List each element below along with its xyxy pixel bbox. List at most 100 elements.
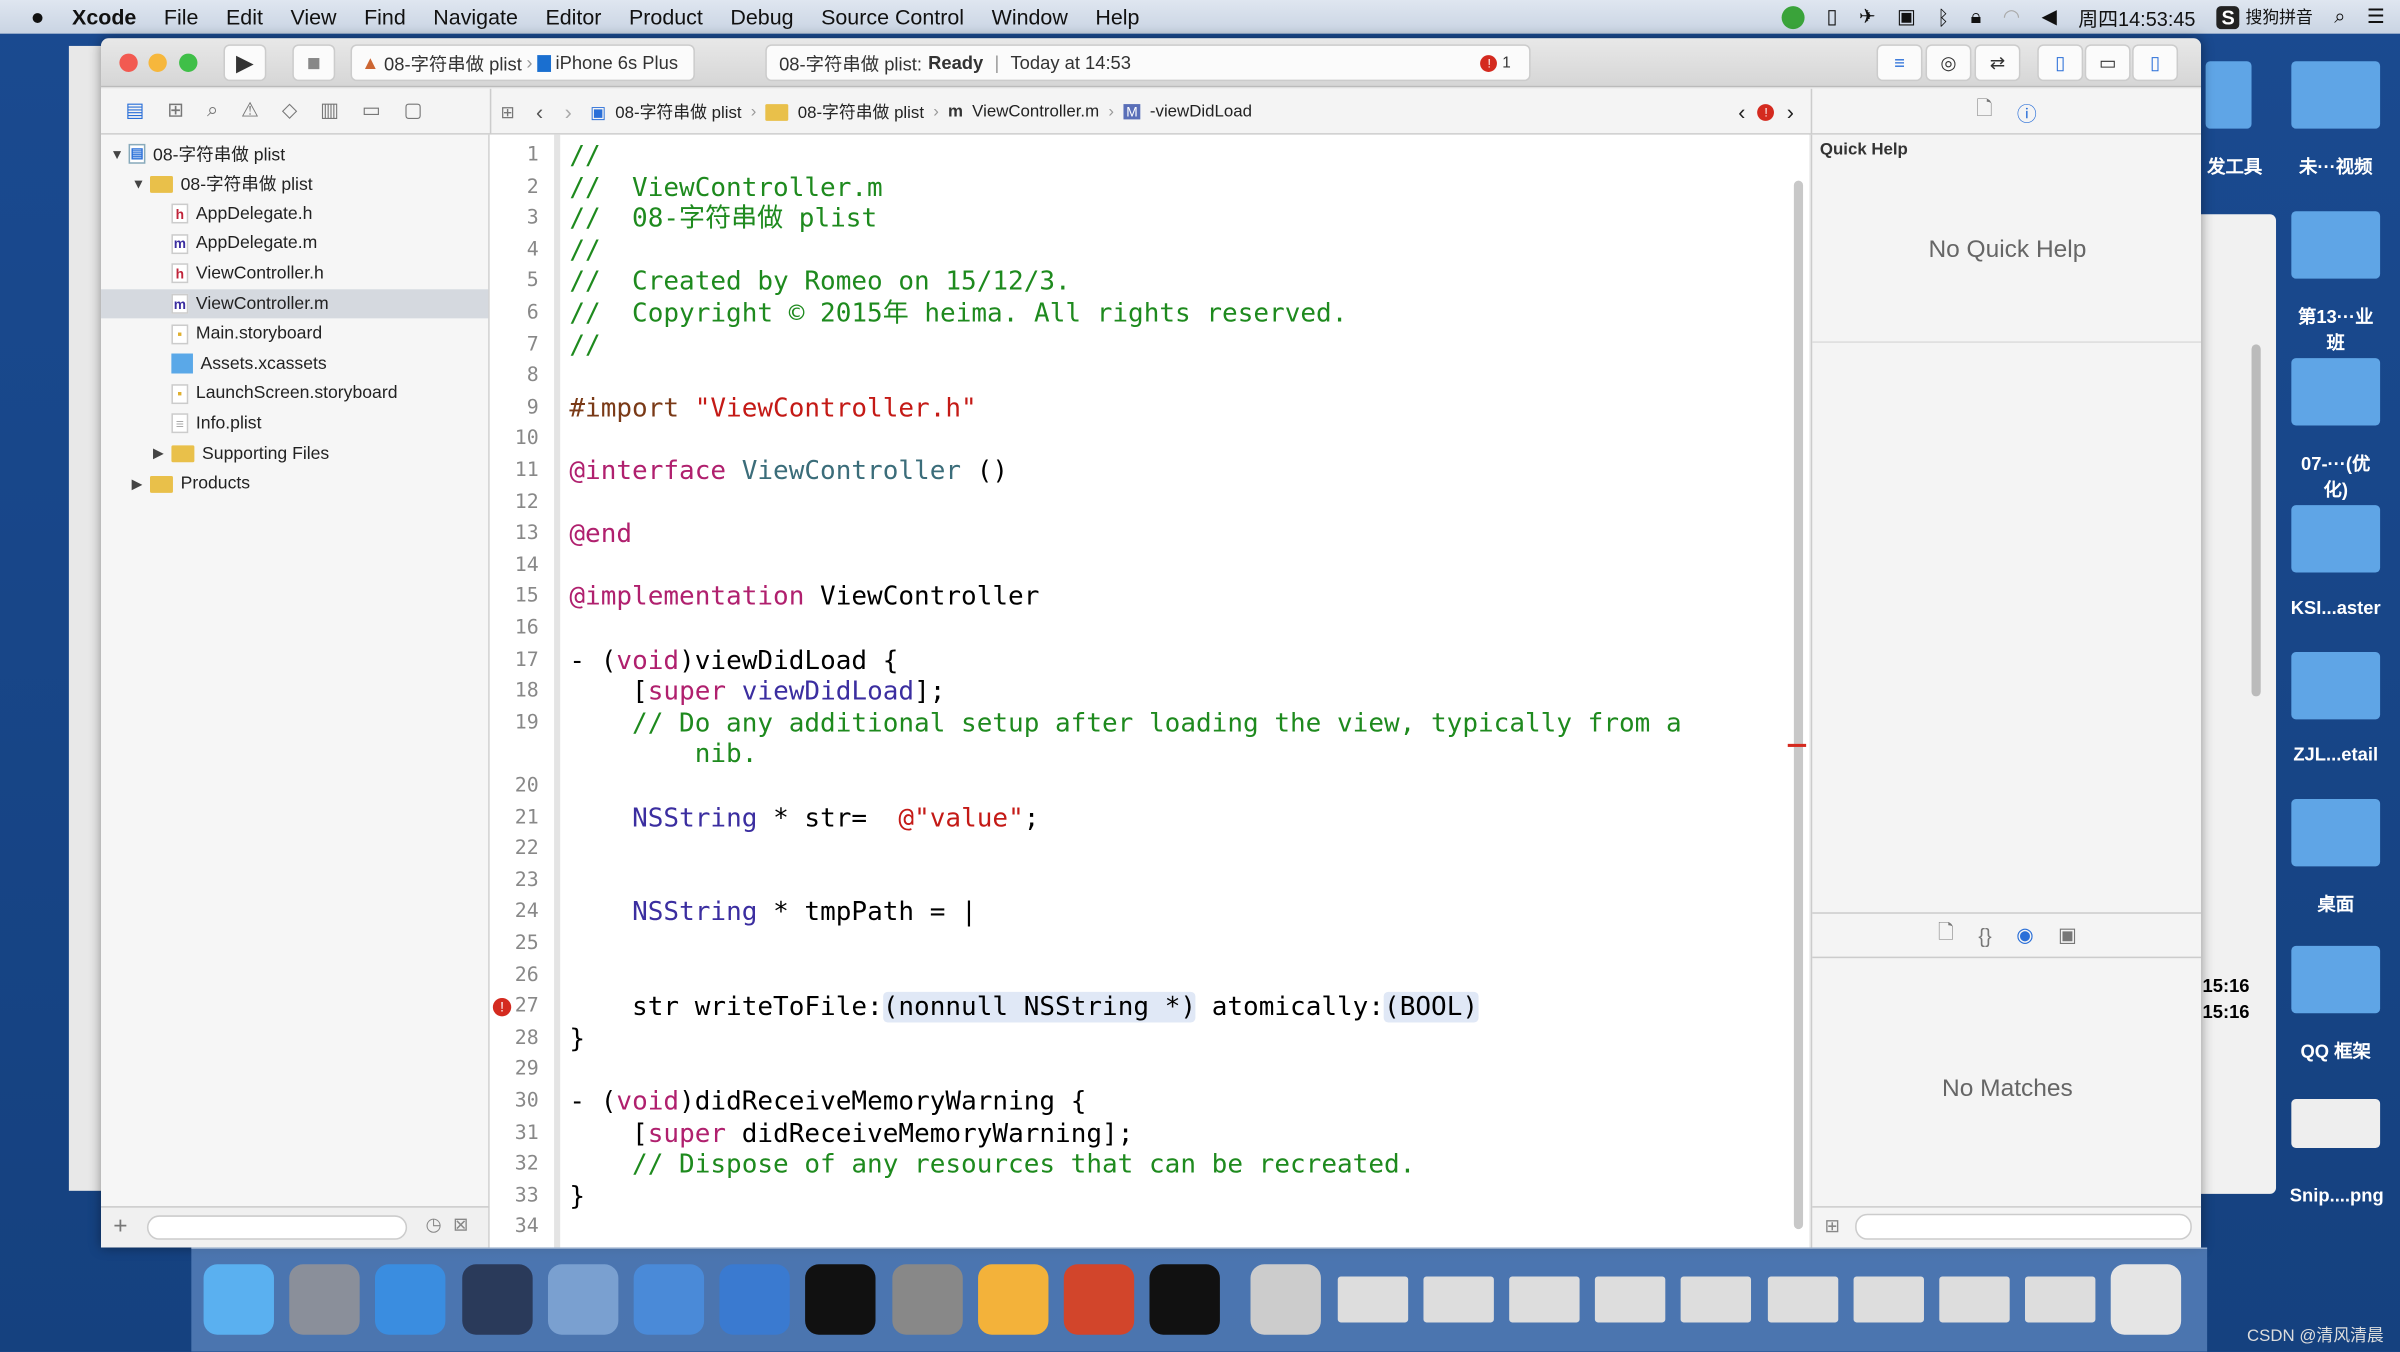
navigator-item[interactable]: Assets.xcassets bbox=[101, 349, 488, 378]
launchpad-icon[interactable] bbox=[289, 1264, 360, 1335]
next-issue-button[interactable]: › bbox=[1787, 99, 1794, 123]
mouse-app-icon[interactable] bbox=[461, 1264, 533, 1335]
project-navigator-icon[interactable]: ▤ bbox=[126, 98, 145, 122]
background-window-scrollbar[interactable] bbox=[2251, 344, 2261, 697]
ime-icon[interactable]: S bbox=[2216, 5, 2240, 29]
airplane-icon[interactable]: ✈ bbox=[1859, 5, 1876, 29]
grid-view-icon[interactable]: ⊞ bbox=[1824, 1215, 1839, 1236]
close-button[interactable] bbox=[119, 53, 138, 72]
navigator-item[interactable]: h AppDelegate.h bbox=[101, 199, 488, 228]
folder-icon[interactable] bbox=[2291, 652, 2381, 720]
folder-icon[interactable] bbox=[2291, 798, 2381, 867]
safari-icon[interactable] bbox=[375, 1264, 447, 1335]
test-navigator-icon[interactable]: ◇ bbox=[282, 98, 297, 122]
navigator-item[interactable]: ▼ ▤ 08-字符串做 plist bbox=[101, 139, 488, 168]
navigator-item[interactable]: m ViewController.m bbox=[101, 289, 489, 319]
desktop-item-label[interactable]: KSI...aster bbox=[2290, 597, 2382, 618]
toggle-navigator-button[interactable]: ▯ bbox=[2037, 44, 2084, 82]
powerpoint-icon[interactable] bbox=[1063, 1264, 1135, 1335]
folder-icon[interactable] bbox=[2291, 211, 2381, 279]
desktop-item-label[interactable]: QQ 框架 bbox=[2290, 1038, 2382, 1064]
code-line[interactable]: // bbox=[569, 235, 600, 266]
code-line[interactable]: } bbox=[569, 1181, 585, 1212]
window-thumb-icon[interactable] bbox=[1509, 1276, 1580, 1323]
scm-filter-icon[interactable]: ⊠ bbox=[453, 1214, 468, 1235]
code-line[interactable]: // Do any additional setup after loading… bbox=[569, 708, 1682, 739]
assistant-editor-button[interactable]: ◎ bbox=[1925, 44, 1972, 82]
disclosure-open-icon[interactable]: ▼ bbox=[110, 146, 128, 161]
menu-find[interactable]: Find bbox=[364, 5, 406, 29]
breadcrumb-method[interactable]: -viewDidLoad bbox=[1150, 103, 1252, 121]
terminal-icon[interactable] bbox=[805, 1264, 877, 1335]
finder-icon[interactable] bbox=[203, 1264, 274, 1335]
forward-button[interactable]: › bbox=[565, 99, 572, 123]
code-line[interactable]: @implementation ViewController bbox=[569, 582, 1039, 613]
apple-icon[interactable]: ● bbox=[31, 4, 45, 30]
instruments-icon[interactable] bbox=[719, 1264, 791, 1335]
disclosure-closed-icon[interactable]: ▶ bbox=[132, 475, 150, 492]
window-thumb-icon[interactable] bbox=[1767, 1276, 1838, 1323]
navigator-item[interactable]: ▼ 08-字符串做 plist bbox=[101, 169, 488, 198]
app-status-icon[interactable] bbox=[1782, 5, 1806, 29]
menu-edit[interactable]: Edit bbox=[226, 5, 263, 29]
menu-xcode[interactable]: Xcode bbox=[72, 5, 136, 29]
standard-editor-button[interactable]: ≡ bbox=[1876, 44, 1923, 82]
menu-source-control[interactable]: Source Control bbox=[821, 5, 964, 29]
navigator-item[interactable]: ≡ Info.plist bbox=[101, 409, 488, 438]
menu-window[interactable]: Window bbox=[992, 5, 1068, 29]
debug-navigator-icon[interactable]: ▥ bbox=[320, 98, 339, 122]
desktop-item-label[interactable]: 桌面 bbox=[2290, 891, 2382, 917]
desktop-item-label[interactable]: 未···视频 bbox=[2290, 153, 2382, 179]
issue-error-icon[interactable]: ! bbox=[1757, 103, 1775, 121]
breadcrumb-file[interactable]: ViewController.m bbox=[972, 103, 1099, 121]
back-button[interactable]: ‹ bbox=[536, 99, 543, 123]
menu-help[interactable]: Help bbox=[1095, 5, 1139, 29]
filter-icon[interactable] bbox=[146, 1215, 408, 1240]
code-line[interactable]: // Dispose of any resources that can be … bbox=[569, 1150, 1415, 1181]
minimize-button[interactable] bbox=[148, 53, 167, 72]
sketch-icon[interactable] bbox=[977, 1264, 1049, 1335]
error-icon[interactable]: ! bbox=[492, 998, 512, 1017]
exec-icon[interactable] bbox=[1149, 1264, 1221, 1335]
desktop-item-label[interactable]: Snip....png bbox=[2290, 1185, 2384, 1206]
code-line[interactable]: @end bbox=[569, 519, 632, 550]
xcode-icon[interactable] bbox=[633, 1264, 705, 1335]
desktop-item-label[interactable]: 07-···(优化) bbox=[2290, 450, 2382, 502]
toggle-debug-area-button[interactable]: ▭ bbox=[2084, 44, 2131, 82]
code-line[interactable]: // bbox=[569, 330, 600, 361]
spotlight-icon[interactable]: ⌕ bbox=[2334, 5, 2345, 29]
desktop-item-label[interactable]: ZJL...etail bbox=[2290, 744, 2382, 765]
code-line[interactable]: // ViewController.m bbox=[569, 172, 882, 203]
photo-app-icon[interactable] bbox=[547, 1264, 619, 1335]
notification-center-icon[interactable]: ☰ bbox=[2367, 5, 2385, 29]
window-thumb-icon[interactable] bbox=[1337, 1276, 1408, 1323]
window-thumb-icon[interactable] bbox=[1853, 1276, 1924, 1323]
quick-help-icon[interactable]: ⓘ bbox=[2017, 97, 2037, 126]
code-line[interactable]: } bbox=[569, 1024, 585, 1055]
file-template-library-icon[interactable]: 🗋︎ bbox=[1938, 918, 1954, 952]
stop-button[interactable]: ■ bbox=[292, 44, 336, 82]
disclosure-open-icon[interactable]: ▼ bbox=[132, 176, 150, 191]
file-inspector-icon[interactable]: 🗋︎ bbox=[1976, 95, 1992, 129]
menu-debug[interactable]: Debug bbox=[730, 5, 793, 29]
system-preferences-icon[interactable] bbox=[891, 1264, 963, 1335]
version-editor-button[interactable]: ⇄ bbox=[1974, 44, 2021, 82]
navigator-item[interactable]: m AppDelegate.m bbox=[101, 229, 488, 258]
code-line[interactable]: NSString * str= @"value"; bbox=[569, 803, 1039, 834]
quicktime-icon[interactable] bbox=[1251, 1264, 1322, 1335]
window-thumb-icon[interactable] bbox=[1939, 1276, 2010, 1323]
menu-view[interactable]: View bbox=[290, 5, 336, 29]
bluetooth-icon[interactable]: ᛒ bbox=[1937, 5, 1949, 28]
code-line[interactable]: // Created by Romeo on 15/12/3. bbox=[569, 267, 1070, 298]
library-filter-input[interactable] bbox=[1855, 1213, 2192, 1240]
code-line[interactable]: - (void)didReceiveMemoryWarning { bbox=[569, 1087, 1086, 1118]
window-thumb-icon[interactable] bbox=[1595, 1276, 1666, 1323]
run-button[interactable]: ▶ bbox=[223, 44, 267, 82]
menu-navigate[interactable]: Navigate bbox=[433, 5, 518, 29]
navigator-item[interactable]: h ViewController.h bbox=[101, 259, 488, 288]
navigator-item[interactable]: ▪ LaunchScreen.storyboard bbox=[101, 379, 488, 408]
menu-product[interactable]: Product bbox=[629, 5, 703, 29]
breadcrumb-group[interactable]: 08-字符串做 plist bbox=[798, 99, 924, 123]
code-line[interactable]: @interface ViewController () bbox=[569, 456, 1008, 487]
editor-scrollbar[interactable] bbox=[1793, 180, 1804, 1230]
